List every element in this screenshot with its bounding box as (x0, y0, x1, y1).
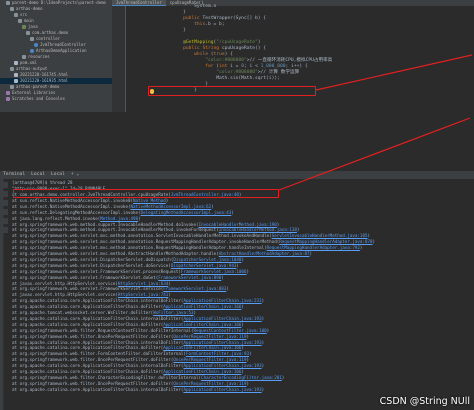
terminal-tool-button[interactable] (0, 182, 8, 188)
source-link[interactable]: ApplicationFilterChain.java:166 (163, 345, 241, 350)
terminal-tool-button[interactable] (0, 227, 8, 233)
folder-icon (10, 67, 14, 71)
source-link[interactable]: OncePerRequestFilter.java:119 (173, 357, 246, 362)
tab-terminal[interactable]: Terminal (0, 171, 28, 179)
stack-frame-line: at org.apache.catalina.core.ApplicationF… (12, 386, 265, 392)
source-link[interactable]: HttpServlet.java:741 (118, 292, 168, 297)
tree-node-label: 20221220-161745.html (20, 72, 69, 77)
folder-icon (30, 37, 34, 41)
folder-icon (18, 19, 22, 23)
file-icon (14, 61, 18, 65)
tab-local-2[interactable]: Local (48, 171, 68, 179)
source-link[interactable]: ApplicationFilterChain.java:166 (163, 322, 241, 327)
tree-node[interactable]: Scratches and Consoles (0, 96, 112, 102)
java-class-icon (34, 43, 38, 47)
source-link[interactable]: FrameworkServlet.java:1006 (181, 269, 247, 274)
source-link[interactable]: ApplicationFilterChain.java:166 (163, 304, 241, 309)
terminal-tool-button[interactable] (0, 191, 8, 197)
tree-node-label: controller (36, 36, 61, 41)
source-link[interactable]: InvocableHandlerMethod.java:138 (219, 227, 297, 232)
source-link[interactable]: Method.java:498 (100, 216, 138, 221)
folder-icon (10, 85, 14, 89)
source-link[interactable]: NativeMethodAccessorImpl.java:62 (131, 204, 212, 209)
tree-node-label: com.arthas.demo (32, 30, 69, 35)
tree-node-label: arthas-output (16, 66, 48, 71)
folder-icon (22, 25, 26, 29)
editor-lower-area (0, 112, 474, 171)
terminal-tool-button[interactable] (0, 209, 8, 215)
tree-node-label: 20221220-161935.html (20, 78, 69, 83)
tree-node-label: main (24, 18, 34, 23)
project-tree[interactable]: parent-demo D:\IdeaProjects\parent-demo a… (0, 0, 112, 112)
terminal-tool-button[interactable] (0, 218, 8, 224)
add-tab-icon[interactable]: + ⌄ (68, 171, 82, 179)
terminal-tool-button[interactable] (0, 200, 8, 206)
watermark: CSDN @String NUll (379, 396, 470, 407)
tree-node-label: Scratches and Consoles (12, 96, 65, 101)
source-link[interactable]: DispatcherServlet.java:943 (171, 263, 237, 268)
source-link[interactable]: FormContentFilter.java:93 (186, 351, 249, 356)
source-link[interactable]: ApplicationFilterChain.java:193 (183, 387, 261, 392)
source-link[interactable]: FrameworkServlet.java:898 (158, 275, 221, 280)
source-link[interactable]: HttpServlet.java:634 (118, 281, 168, 286)
highlight-box-code (148, 86, 316, 96)
source-link[interactable]: AbstractHandlerMethodAdapter.java:87 (219, 251, 310, 256)
source-link[interactable]: FrameworkServlet.java:883 (163, 286, 226, 291)
source-link[interactable]: ApplicationFilterChain.java:231 (183, 298, 261, 303)
source-link[interactable]: RequestMappingHandlerAdapter.java:792 (267, 245, 360, 250)
tree-node-label: java (28, 24, 38, 29)
source-link[interactable]: ApplicationFilterChain.java:193 (183, 340, 261, 345)
source-link[interactable]: ApplicationFilterChain.java:193 (183, 363, 261, 368)
tree-node-label: src (20, 12, 28, 17)
source-link[interactable]: CharacterEncodingFilter.java:201 (201, 375, 282, 380)
tree-node-label: pom.xml (20, 60, 37, 65)
source-link[interactable]: WsFilter.java:53 (153, 310, 193, 315)
folder-icon (6, 1, 10, 5)
tree-node-label: arthas-parent-demo (16, 84, 60, 89)
file-icon (14, 79, 18, 83)
file-icon (14, 73, 18, 77)
folder-icon (10, 7, 14, 11)
library-icon (6, 91, 10, 95)
source-link[interactable]: Native Method (133, 198, 166, 203)
code-line: } (172, 28, 186, 33)
source-link[interactable]: DelegatingMethodAccessorImpl.java:43 (141, 210, 232, 215)
tree-node-label: parent-demo D:\IdeaProjects\parent-demo (12, 0, 106, 5)
source-link[interactable]: RequestMappingHandlerAdapter.java:878 (279, 239, 372, 244)
tree-node-label: ArthasDemoApplication (36, 48, 87, 53)
folder-icon (14, 13, 18, 17)
tree-node-label: External Libraries (12, 90, 56, 95)
highlight-box-stack (13, 189, 279, 198)
source-link[interactable]: RequestContextFilter.java:100 (194, 328, 267, 333)
java-class-icon (30, 49, 34, 53)
terminal-tabbar[interactable]: Terminal Local Local + ⌄ (0, 171, 474, 180)
source-link[interactable]: OncePerRequestFilter.java:119 (173, 334, 246, 339)
editor-gutter (112, 6, 126, 112)
source-link[interactable]: ApplicationFilterChain.java:193 (183, 316, 261, 321)
source-link[interactable]: OncePerRequestFilter.java:119 (173, 381, 246, 386)
source-link[interactable]: InvocableHandlerMethod.java:190 (199, 222, 277, 227)
tree-node-label: resources (28, 54, 50, 59)
folder-icon (26, 31, 30, 35)
library-icon (6, 97, 10, 101)
tree-node-label: JvmThreadController (40, 42, 86, 47)
tree-node-label: arthas-demo (16, 6, 43, 11)
source-link[interactable]: ServletInvocableHandlerMethod.java:105 (272, 233, 368, 238)
source-link[interactable]: ApplicationFilterChain.java:166 (163, 369, 241, 374)
folder-icon (22, 55, 26, 59)
source-link[interactable]: DispatcherServlet.java:1040 (173, 257, 241, 262)
